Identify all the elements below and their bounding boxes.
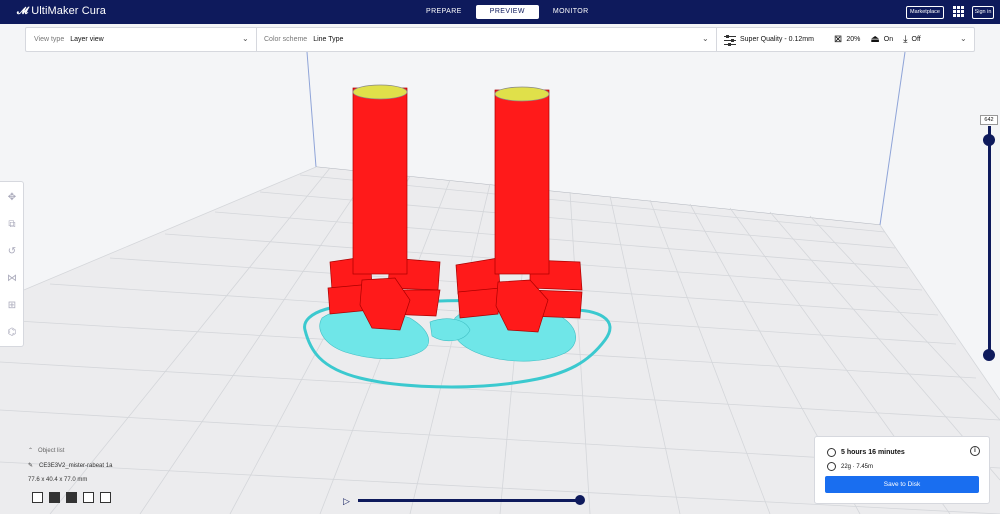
simulation-slider[interactable] <box>358 499 579 502</box>
material-usage: 22g · 7.45m <box>827 462 873 471</box>
print-estimate-panel: 5 hours 16 minutes i 22g · 7.45m Save to… <box>814 436 990 504</box>
view-type-label: View type <box>34 36 65 43</box>
left-view-icon[interactable] <box>83 492 94 503</box>
object-dimensions: 77.6 x 40.4 x 77.0 mm <box>28 477 88 483</box>
layer-slider-top-handle[interactable] <box>983 134 995 146</box>
move-icon[interactable]: ✥ <box>5 191 19 205</box>
ultimaker-logo-icon: 𝓜 <box>17 5 28 17</box>
right-view-icon[interactable] <box>100 492 111 503</box>
layer-number[interactable]: 642 <box>980 115 998 125</box>
rotate-icon[interactable]: ↺ <box>5 245 19 259</box>
color-scheme-selector[interactable]: Color scheme Line Type <box>264 28 343 51</box>
tool-panel: ✥ ⧉ ↺ ⋈ ⊞ ⌬ <box>0 181 24 347</box>
camera-view-buttons <box>32 492 111 503</box>
divider <box>716 28 717 51</box>
color-scheme-label: Color scheme <box>264 36 308 43</box>
pencil-icon[interactable]: ✎ <box>28 462 33 469</box>
stage-tabs: PREPARE PREVIEW MONITOR <box>412 5 603 19</box>
support-blocker-icon[interactable]: ⌬ <box>5 326 19 340</box>
sign-in-button[interactable]: Sign in <box>972 6 994 19</box>
support-value: On <box>883 36 894 43</box>
3d-view-icon[interactable] <box>32 492 43 503</box>
marketplace-button[interactable]: Marketplace <box>906 6 944 19</box>
chevron-down-icon[interactable]: ⌄ <box>960 34 967 43</box>
object-list-panel: ⌃ Object list ✎ CE3E3V2_mister-rabeat 1a… <box>28 447 113 484</box>
per-model-settings-icon[interactable]: ⊞ <box>5 299 19 313</box>
object-name: CE3E3V2_mister-rabeat 1a <box>39 462 113 469</box>
tab-monitor[interactable]: MONITOR <box>539 5 603 19</box>
color-scheme-value: Line Type <box>313 36 344 43</box>
layer-slider[interactable] <box>988 126 991 356</box>
view-type-value: Layer view <box>70 36 104 43</box>
view-type-selector[interactable]: View type Layer view <box>34 28 104 51</box>
chevron-down-icon[interactable]: ⌄ <box>242 34 249 43</box>
top-bar: 𝓜 UltiMaker Cura PREPARE PREVIEW MONITOR… <box>0 0 1000 24</box>
save-to-disk-button[interactable]: Save to Disk <box>825 476 979 493</box>
clock-icon <box>827 448 836 457</box>
print-settings-icon <box>724 34 736 46</box>
play-icon[interactable]: ▷ <box>343 496 350 507</box>
mirror-icon[interactable]: ⋈ <box>5 272 19 286</box>
info-icon[interactable]: i <box>970 446 980 456</box>
spool-icon <box>827 462 836 471</box>
object-list-toggle[interactable]: ⌃ Object list <box>28 447 112 455</box>
object-row[interactable]: ✎ CE3E3V2_mister-rabeat 1a <box>28 462 113 470</box>
divider <box>256 28 257 51</box>
infill-icon: ⊠ <box>833 34 843 45</box>
adhesion-value: Off <box>911 36 921 43</box>
adhesion-icon: ⤓ <box>903 34 908 45</box>
front-view-icon[interactable] <box>49 492 60 503</box>
app-logo: 𝓜 UltiMaker Cura <box>17 5 106 17</box>
simulation-slider-handle[interactable] <box>575 495 585 505</box>
chevron-up-icon: ⌃ <box>28 448 34 454</box>
print-time: 5 hours 16 minutes <box>827 448 905 457</box>
profile-name: Super Quality - 0.12mm <box>740 36 814 43</box>
tab-preview[interactable]: PREVIEW <box>475 5 539 19</box>
support-icon: ⏏ <box>870 34 880 45</box>
object-list-header: Object list <box>38 447 65 454</box>
top-view-icon[interactable] <box>66 492 77 503</box>
material-value: 22g · 7.45m <box>841 463 874 470</box>
scale-icon[interactable]: ⧉ <box>5 218 19 232</box>
print-settings-selector[interactable]: Super Quality - 0.12mm ⊠ 20% ⏏ On ⤓ Off <box>724 28 921 51</box>
print-time-value: 5 hours 16 minutes <box>841 449 905 456</box>
layer-slider-bottom-handle[interactable] <box>983 349 995 361</box>
apps-grid-icon[interactable] <box>953 6 964 17</box>
view-settings-panel: View type Layer view ⌄ Color scheme Line… <box>25 27 975 52</box>
infill-value: 20% <box>846 36 861 43</box>
tab-prepare[interactable]: PREPARE <box>412 5 476 19</box>
chevron-down-icon[interactable]: ⌄ <box>702 34 709 43</box>
app-title: UltiMaker Cura <box>31 5 106 17</box>
